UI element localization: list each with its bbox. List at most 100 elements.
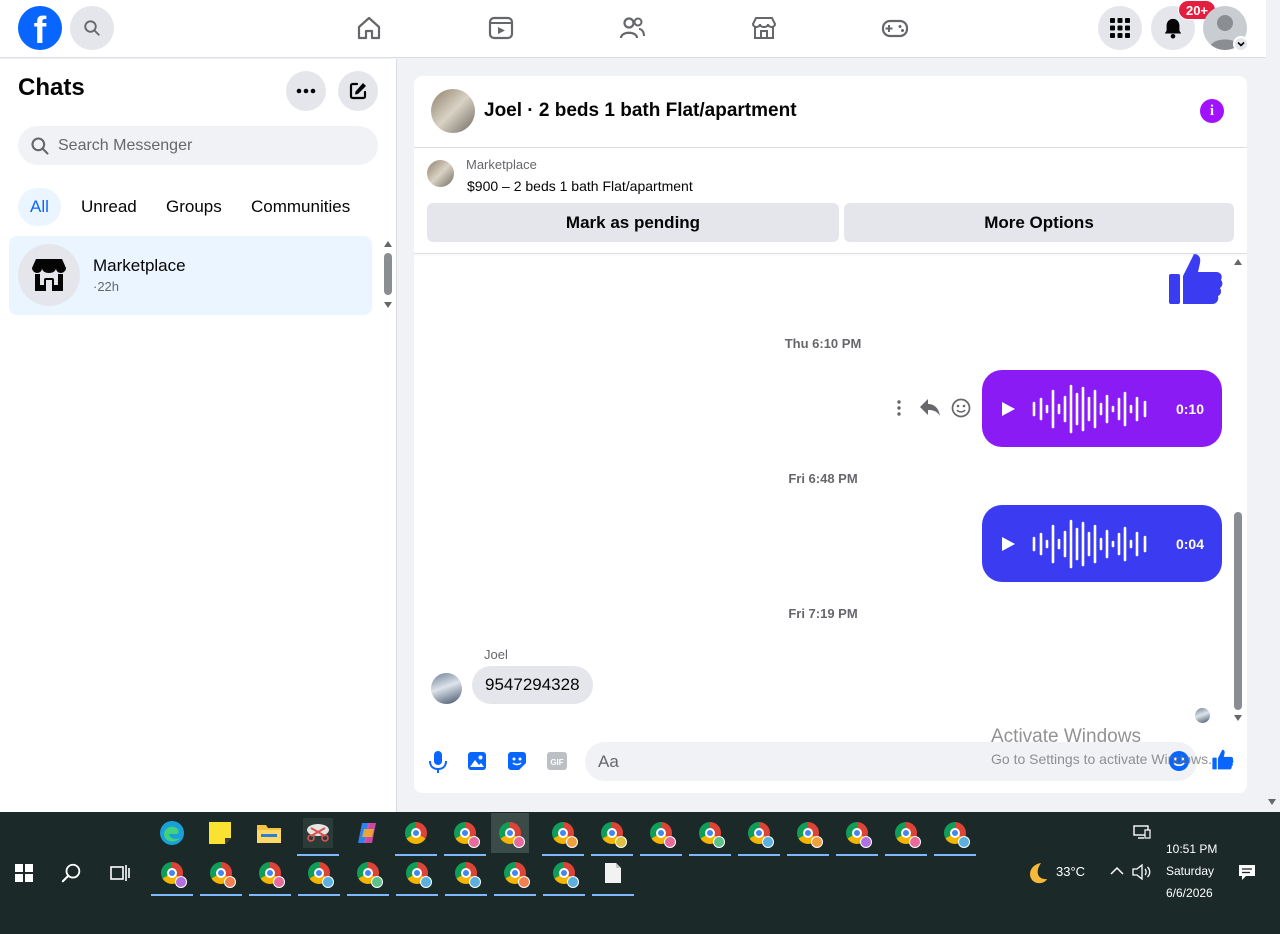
info-icon[interactable]: i — [1200, 99, 1224, 123]
chrome-taskbar-icon[interactable] — [395, 818, 437, 856]
chrome-icon — [650, 822, 676, 848]
chrome-icon — [308, 862, 334, 888]
gif-icon[interactable]: GIF — [547, 752, 567, 770]
clock-time[interactable]: 10:51 PM — [1166, 842, 1217, 856]
search-messenger-field[interactable] — [18, 126, 378, 165]
marketplace-nav-button[interactable] — [750, 14, 778, 42]
chrome-profile-taskbar-icon-active[interactable] — [491, 813, 529, 853]
sticker-icon[interactable] — [507, 751, 527, 771]
play-icon[interactable] — [1000, 401, 1016, 417]
search-button[interactable] — [70, 6, 114, 50]
chrome-profile-taskbar-icon[interactable] — [738, 818, 780, 856]
mark-as-pending-button[interactable]: Mark as pending — [427, 203, 839, 242]
chrome-profile-taskbar-icon[interactable] — [934, 818, 976, 856]
incoming-message-bubble[interactable]: 9547294328 — [472, 666, 593, 704]
facebook-logo[interactable]: f — [18, 6, 62, 50]
thumbs-up-icon[interactable] — [1212, 749, 1234, 771]
friends-nav-button[interactable] — [618, 14, 646, 42]
filter-tab-all[interactable]: All — [18, 188, 61, 226]
voice-message-bubble[interactable]: 0:04 — [982, 505, 1222, 582]
audio-waveform-icon — [1032, 384, 1147, 433]
taskbar-search-button[interactable] — [57, 858, 87, 888]
image-attach-icon[interactable] — [467, 751, 487, 771]
conversation-title[interactable]: Joel · 2 beds 1 bath Flat/apartment — [484, 100, 797, 122]
chrome-profile-taskbar-icon[interactable] — [787, 818, 829, 856]
chrome-icon — [699, 822, 725, 848]
network-icon[interactable] — [1133, 825, 1151, 839]
video-icon — [488, 16, 514, 40]
new-message-button[interactable] — [338, 71, 378, 111]
voice-message-bubble[interactable]: 0:10 — [982, 370, 1222, 447]
chrome-profile-taskbar-icon[interactable] — [396, 858, 438, 896]
edge-taskbar-icon[interactable] — [157, 818, 187, 848]
scroll-down-arrow-icon[interactable] — [1234, 715, 1242, 721]
volume-icon[interactable] — [1132, 864, 1152, 880]
bell-icon — [1164, 18, 1182, 39]
chrome-profile-taskbar-icon[interactable] — [885, 818, 927, 856]
sticky-notes-taskbar-icon[interactable] — [205, 818, 235, 848]
chrome-profile-taskbar-icon[interactable] — [249, 858, 291, 896]
chrome-profile-taskbar-icon[interactable] — [445, 858, 487, 896]
active-app-indicator — [592, 894, 634, 896]
chrome-profile-taskbar-icon[interactable] — [298, 858, 340, 896]
chat-name: Marketplace — [93, 256, 186, 275]
filter-tab-communities[interactable]: Communities — [239, 188, 362, 226]
active-app-indicator — [934, 854, 976, 856]
chrome-icon — [504, 862, 530, 888]
chrome-profile-taskbar-icon[interactable] — [836, 818, 878, 856]
scroll-down-arrow-icon[interactable] — [384, 302, 392, 308]
snipping-tool-taskbar-icon[interactable] — [297, 818, 339, 856]
chrome-profile-taskbar-icon[interactable] — [151, 858, 193, 896]
page-scrollbar[interactable] — [1266, 0, 1280, 812]
account-chevron[interactable] — [1233, 36, 1249, 52]
gaming-nav-button[interactable] — [881, 14, 909, 42]
clock-date[interactable]: 6/6/2026 — [1166, 886, 1213, 900]
chrome-profile-taskbar-icon[interactable] — [542, 818, 584, 856]
chrome-icon — [161, 862, 187, 888]
play-icon[interactable] — [1000, 536, 1016, 552]
scroll-up-arrow-icon[interactable] — [1234, 259, 1242, 265]
home-nav-button[interactable] — [355, 14, 383, 42]
chrome-profile-taskbar-icon[interactable] — [640, 818, 682, 856]
chrome-profile-taskbar-icon[interactable] — [689, 818, 731, 856]
task-view-button[interactable] — [105, 858, 135, 888]
chrome-profile-taskbar-icon[interactable] — [200, 858, 242, 896]
sender-avatar[interactable] — [431, 673, 462, 704]
chat-list-scrollbar[interactable] — [384, 253, 392, 295]
clock-day[interactable]: Saturday — [1166, 864, 1214, 878]
menu-button[interactable] — [1098, 6, 1142, 50]
chat-options-button[interactable] — [286, 71, 326, 111]
scroll-up-arrow-icon[interactable] — [384, 241, 392, 247]
chrome-profile-taskbar-icon[interactable] — [494, 858, 536, 896]
voice-duration: 0:04 — [1175, 535, 1204, 552]
filter-tab-groups[interactable]: Groups — [154, 188, 234, 226]
more-options-button[interactable]: More Options — [844, 203, 1234, 242]
chrome-profile-taskbar-icon[interactable] — [347, 858, 389, 896]
active-app-indicator — [396, 894, 438, 896]
listing-title[interactable]: $900 – 2 beds 1 bath Flat/apartment — [467, 178, 693, 194]
chrome-profile-taskbar-icon[interactable] — [543, 858, 585, 896]
chrome-icon — [748, 822, 774, 848]
thumbs-up-sticker-icon[interactable] — [1168, 254, 1224, 306]
filter-tab-unread[interactable]: Unread — [69, 188, 149, 226]
listing-avatar[interactable] — [431, 89, 475, 133]
video-nav-button[interactable] — [487, 14, 515, 42]
moon-weather-icon[interactable] — [1025, 861, 1049, 885]
notepad-taskbar-icon[interactable] — [592, 858, 634, 896]
file-explorer-taskbar-icon[interactable] — [254, 818, 284, 848]
conversation-scrollbar[interactable] — [1234, 512, 1242, 710]
react-emoji-icon[interactable] — [951, 398, 971, 418]
search-messenger-input[interactable] — [58, 136, 358, 155]
page-scroll-down-icon[interactable] — [1268, 799, 1276, 805]
reply-icon[interactable] — [920, 399, 940, 417]
copilot-taskbar-icon[interactable] — [352, 818, 382, 848]
microphone-icon[interactable] — [428, 751, 448, 773]
start-button[interactable] — [9, 858, 39, 888]
more-vertical-icon[interactable] — [896, 400, 902, 416]
chrome-profile-taskbar-icon[interactable] — [444, 818, 486, 856]
weather-temperature[interactable]: 33°C — [1056, 864, 1085, 879]
chrome-profile-taskbar-icon[interactable] — [591, 818, 633, 856]
notification-center-icon[interactable] — [1238, 864, 1256, 881]
chevron-up-icon[interactable] — [1110, 866, 1124, 876]
listing-thumbnail[interactable] — [427, 160, 454, 187]
